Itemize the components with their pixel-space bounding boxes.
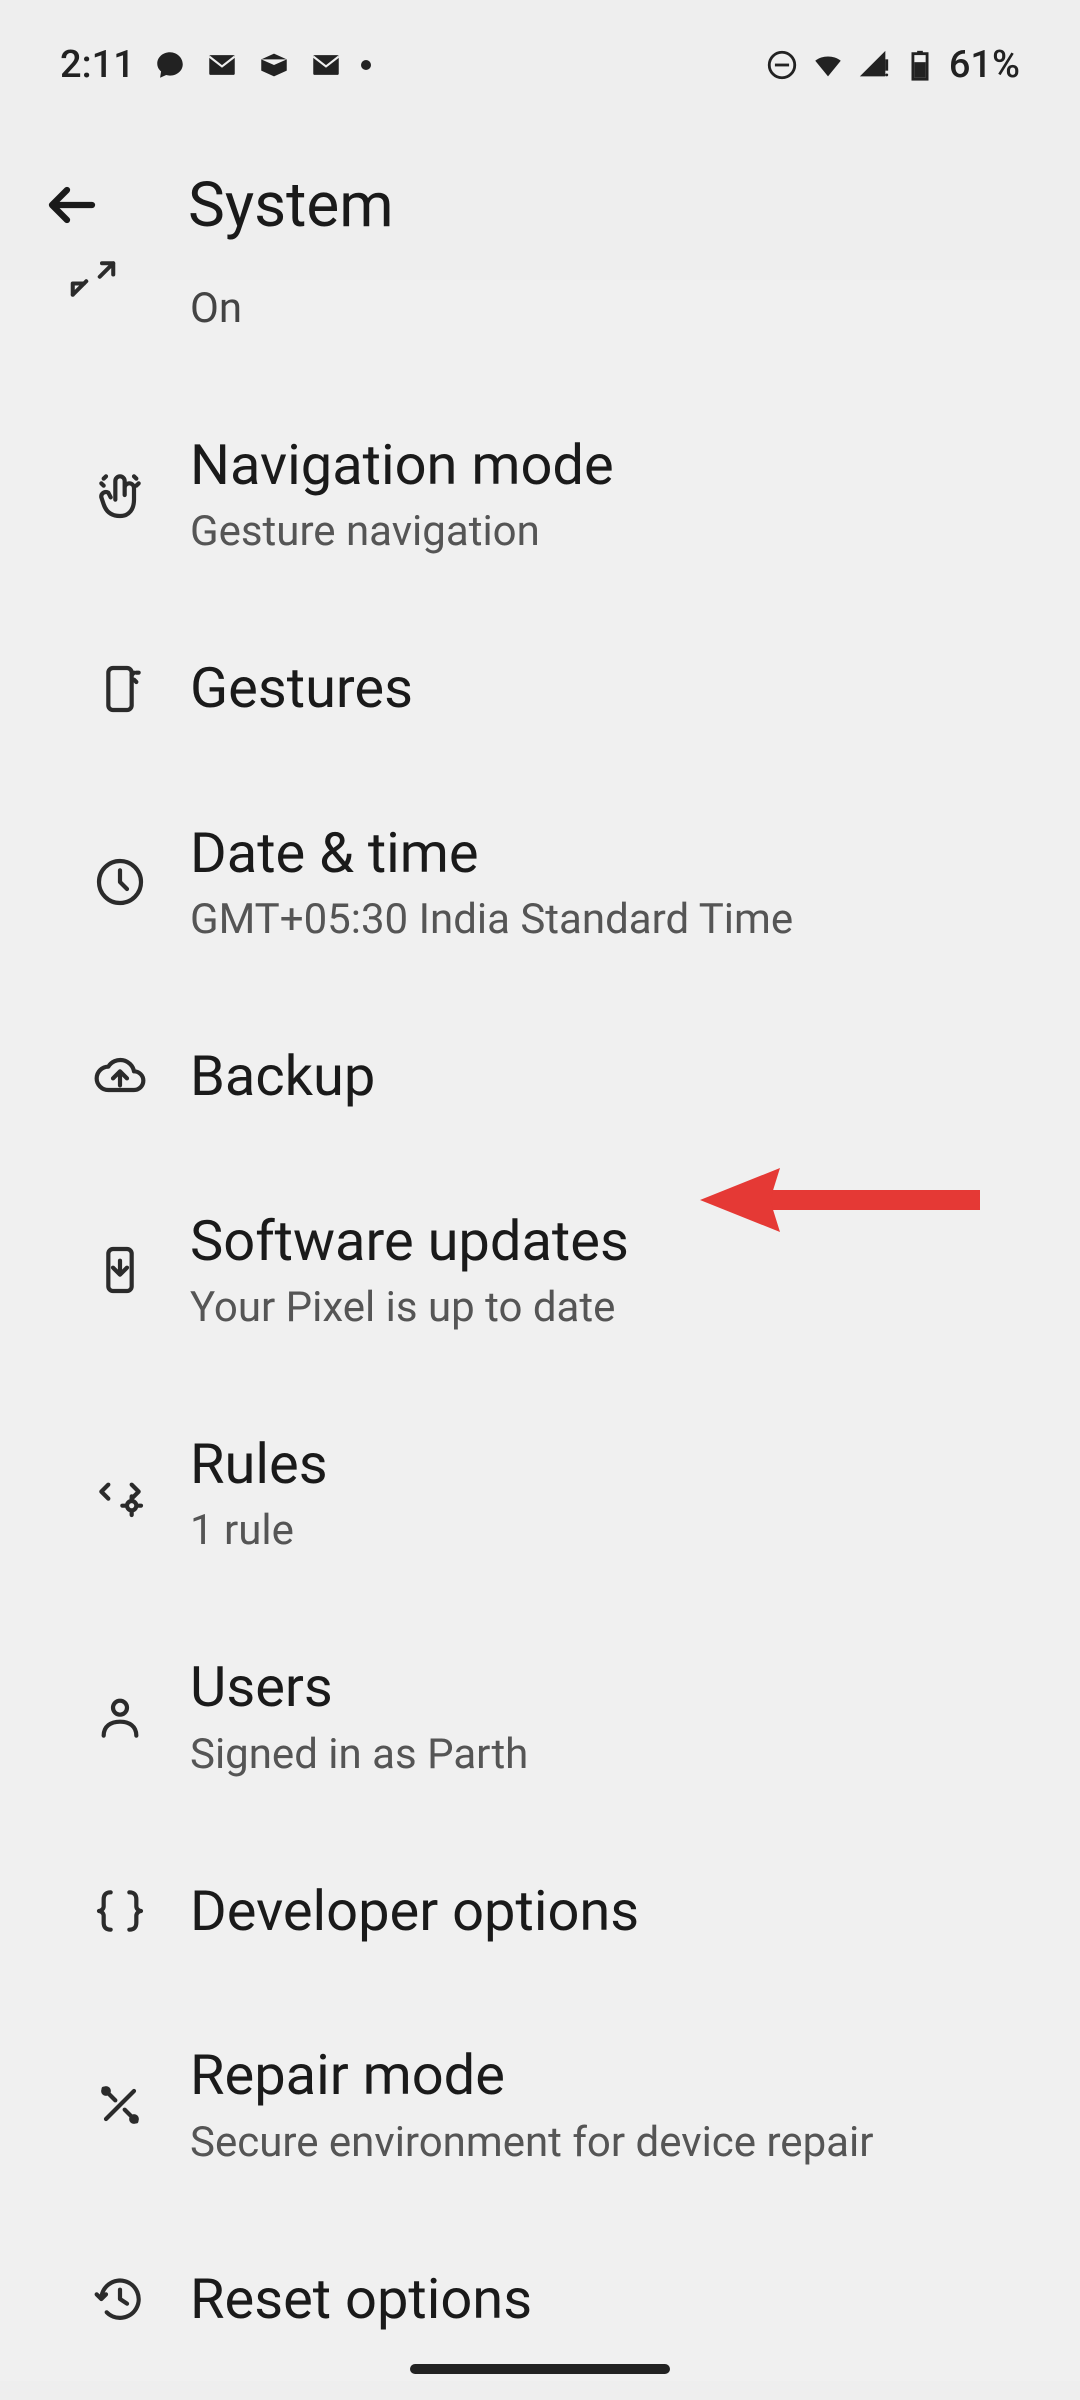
row-label: Date & time — [190, 821, 1040, 885]
row-subtitle: Secure environment for device repair — [190, 2118, 1040, 2167]
row-subtitle: Gesture navigation — [190, 507, 1040, 556]
nav-gesture-handle[interactable] — [410, 2364, 670, 2374]
row-label: Backup — [190, 1044, 1040, 1108]
status-bar: 2:11 61% — [0, 0, 1080, 130]
signal-icon — [857, 48, 891, 82]
row-gestures[interactable]: Gestures — [0, 606, 1080, 770]
row-label: Navigation mode — [190, 433, 1040, 497]
page-title: System — [188, 169, 394, 242]
row-texts: Developer options — [190, 1879, 1040, 1943]
row-texts: Software updates Your Pixel is up to date — [190, 1209, 1040, 1332]
row-texts: Navigation mode Gesture navigation — [190, 433, 1040, 556]
status-time: 2:11 — [60, 43, 135, 87]
wifi-icon — [811, 48, 845, 82]
mail-icon — [205, 48, 239, 82]
row-label: Gestures — [190, 656, 1040, 720]
more-notifications-dot-icon — [361, 60, 371, 70]
row-label: Repair mode — [190, 2043, 1040, 2107]
row-subtitle: 1 rule — [190, 1506, 1040, 1555]
row-date-time[interactable]: Date & time GMT+05:30 India Standard Time — [0, 771, 1080, 994]
row-label: Rules — [190, 1432, 1040, 1496]
row-developer-options[interactable]: Developer options — [0, 1829, 1080, 1993]
back-button[interactable] — [36, 169, 108, 241]
braces-icon — [50, 1883, 190, 1939]
tools-icon — [50, 2077, 190, 2133]
row-repair-mode[interactable]: Repair mode Secure environment for device… — [0, 1993, 1080, 2216]
person-icon — [50, 1689, 190, 1745]
row-subtitle: Signed in as Parth — [190, 1730, 1040, 1779]
row-software-updates[interactable]: Software updates Your Pixel is up to date — [0, 1159, 1080, 1382]
history-icon — [50, 2271, 190, 2327]
row-subtitle: GMT+05:30 India Standard Time — [190, 895, 1040, 944]
row-texts: Rules 1 rule — [190, 1432, 1040, 1555]
clock-icon — [50, 854, 190, 910]
arrow-left-icon — [42, 175, 102, 235]
row-texts: Reset options — [190, 2267, 1040, 2331]
row-texts: Repair mode Secure environment for device… — [190, 2043, 1040, 2166]
row-users[interactable]: Users Signed in as Parth — [0, 1605, 1080, 1828]
partial-icon — [58, 244, 128, 314]
settings-list[interactable]: On Navigation mode Gesture navigation Gest… — [0, 280, 1080, 2381]
phone-down-icon — [50, 1242, 190, 1298]
row-backup[interactable]: Backup — [0, 994, 1080, 1158]
row-partial-previous[interactable]: On — [0, 280, 1080, 383]
row-label: Software updates — [190, 1209, 1040, 1273]
battery-percent: 61% — [949, 43, 1020, 87]
arrows-gear-icon — [50, 1466, 190, 1522]
row-partial-subtitle: On — [190, 284, 1080, 333]
row-label: Users — [190, 1655, 1040, 1719]
status-left: 2:11 — [60, 43, 371, 87]
mail-icon-2 — [309, 48, 343, 82]
row-reset-options[interactable]: Reset options — [0, 2217, 1080, 2381]
row-texts: Users Signed in as Parth — [190, 1655, 1040, 1778]
row-subtitle: Your Pixel is up to date — [190, 1283, 1040, 1332]
hand-swipe-icon — [50, 467, 190, 523]
cloud-up-icon — [50, 1048, 190, 1104]
battery-icon — [903, 48, 937, 82]
row-texts: Gestures — [190, 656, 1040, 720]
row-navigation-mode[interactable]: Navigation mode Gesture navigation — [0, 383, 1080, 606]
dnd-icon — [765, 48, 799, 82]
toolbar: System — [0, 130, 1080, 280]
chat-bubble-icon — [153, 48, 187, 82]
row-texts: Date & time GMT+05:30 India Standard Time — [190, 821, 1040, 944]
phone-sparkle-icon — [50, 661, 190, 717]
box-icon — [257, 48, 291, 82]
row-label: Reset options — [190, 2267, 1040, 2331]
row-label: Developer options — [190, 1879, 1040, 1943]
row-rules[interactable]: Rules 1 rule — [0, 1382, 1080, 1605]
status-right: 61% — [765, 43, 1020, 87]
row-texts: Backup — [190, 1044, 1040, 1108]
